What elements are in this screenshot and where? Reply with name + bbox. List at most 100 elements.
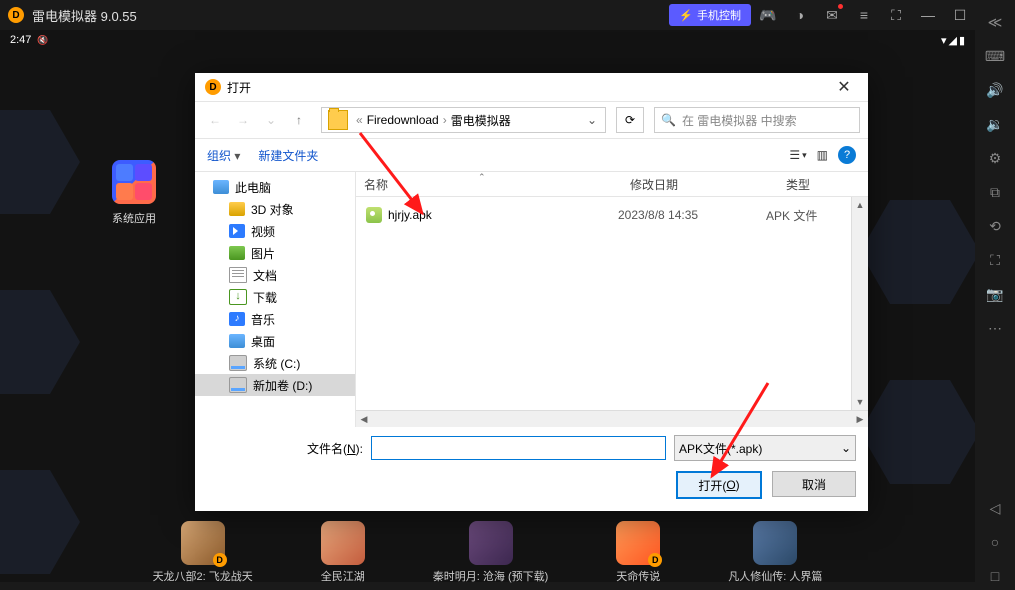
folder-icon xyxy=(328,110,348,130)
tree-downloads[interactable]: 下载 xyxy=(195,286,355,308)
filename-label: 文件名(N): xyxy=(307,440,363,457)
scroll-up-icon[interactable]: ▲ xyxy=(852,197,868,213)
fullscreen-icon[interactable]: ⛶ xyxy=(881,0,911,30)
phone-control-button[interactable]: ⚡手机控制 xyxy=(669,4,751,26)
file-list[interactable]: hjrjy.apk 2023/8/8 14:35 APK 文件 ▲ ▼ xyxy=(356,197,868,410)
scroll-left-icon[interactable]: ◀ xyxy=(356,411,372,427)
android-statusbar: 2:47 🔇 ▾ ◢ ▮ xyxy=(0,30,975,50)
scroll-down-icon[interactable]: ▼ xyxy=(852,394,868,410)
dialog-titlebar: D 打开 ✕ xyxy=(195,73,868,101)
system-apps-label: 系统应用 xyxy=(112,210,156,226)
file-open-dialog: D 打开 ✕ ← → ⌄ ↑ « Firedownload › 雷电模拟器 ⌄ … xyxy=(195,73,868,511)
minimize-button[interactable]: — xyxy=(913,0,943,30)
chevron-right-icon: « xyxy=(356,113,363,127)
breadcrumb-seg-2[interactable]: 雷电模拟器 xyxy=(451,112,511,129)
breadcrumb-seg-1[interactable]: Firedownload xyxy=(367,113,439,127)
recents-nav-icon[interactable]: □ xyxy=(981,562,1009,590)
column-header-name[interactable]: 名称 xyxy=(356,176,622,193)
organize-menu[interactable]: 组织 ▾ xyxy=(207,147,240,164)
open-button[interactable]: 打开(O) xyxy=(676,471,762,499)
scroll-right-icon[interactable]: ▶ xyxy=(852,411,868,427)
mute-icon: 🔇 xyxy=(37,35,48,46)
horizontal-scrollbar[interactable]: ◀ ▶ xyxy=(356,410,868,427)
app-titlebar: D 雷电模拟器 9.0.55 ⚡手机控制 🎮 ◑ ✉ ≡ ⛶ — ☐ ✕ xyxy=(0,0,1015,30)
nav-recent-dropdown[interactable]: ⌄ xyxy=(259,108,283,132)
folder-tree: 此电脑 3D 对象 视频 图片 文档 下载 ♪音乐 桌面 系统 (C:) 新加卷… xyxy=(195,172,356,427)
home-app-dock: D天龙八部2: 飞龙战天 全民江湖 秦时明月: 沧海 (预下载) D天命传说 凡… xyxy=(0,522,975,582)
dock-app-4[interactable]: D天命传说 xyxy=(616,521,660,584)
tree-pictures[interactable]: 图片 xyxy=(195,242,355,264)
dock-app-2[interactable]: 全民江湖 xyxy=(321,521,365,584)
file-name: hjrjy.apk xyxy=(388,208,610,222)
chevron-right-icon: › xyxy=(443,113,447,127)
battery-icon: ▮ xyxy=(959,34,965,47)
dialog-footer: 文件名(N): APK文件(*.apk)⌄ 打开(O) 取消 xyxy=(195,427,868,511)
file-list-pane: ⌃ 名称 修改日期 类型 hjrjy.apk 2023/8/8 14:35 AP… xyxy=(356,172,868,427)
maximize-button[interactable]: ☐ xyxy=(945,0,975,30)
tree-this-pc[interactable]: 此电脑 xyxy=(195,176,355,198)
wifi-icon: ▾ xyxy=(941,34,947,47)
search-icon: 🔍 xyxy=(661,113,676,127)
refresh-button[interactable]: ⟳ xyxy=(616,107,644,133)
address-breadcrumb[interactable]: « Firedownload › 雷电模拟器 ⌄ xyxy=(321,107,606,133)
tree-music[interactable]: ♪音乐 xyxy=(195,308,355,330)
app-logo-icon: D xyxy=(8,7,24,23)
multi-instance-icon[interactable]: ⧉ xyxy=(981,178,1009,206)
view-mode-button[interactable]: ☰▾ xyxy=(789,148,806,162)
sync-icon[interactable]: ⟲ xyxy=(981,212,1009,240)
preview-pane-button[interactable]: ▥ xyxy=(817,148,828,162)
dialog-close-button[interactable]: ✕ xyxy=(830,73,858,101)
tree-drive-c[interactable]: 系统 (C:) xyxy=(195,352,355,374)
file-date: 2023/8/8 14:35 xyxy=(610,208,758,222)
dialog-toolbar: 组织 ▾ 新建文件夹 ☰▾ ▥ ? xyxy=(195,139,868,172)
tree-documents[interactable]: 文档 xyxy=(195,264,355,286)
tree-drive-d[interactable]: 新加卷 (D:) xyxy=(195,374,355,396)
dock-app-1[interactable]: D天龙八部2: 飞龙战天 xyxy=(153,521,253,584)
keyboard-icon[interactable]: ⌨ xyxy=(981,42,1009,70)
file-type-filter[interactable]: APK文件(*.apk)⌄ xyxy=(674,435,856,461)
signal-icon: ◢ xyxy=(948,34,956,47)
volume-up-icon[interactable]: 🔊 xyxy=(981,76,1009,104)
help-button[interactable]: ? xyxy=(838,146,856,164)
new-folder-button[interactable]: 新建文件夹 xyxy=(258,147,318,164)
column-headers: ⌃ 名称 修改日期 类型 xyxy=(356,172,868,197)
volume-down-icon[interactable]: 🔉 xyxy=(981,110,1009,138)
screenshot-icon[interactable]: ⛶ xyxy=(981,246,1009,274)
clock: 2:47 xyxy=(10,34,31,46)
file-type: APK 文件 xyxy=(758,207,817,224)
side-toolbar: ≪ ⌨ 🔊 🔉 ⚙ ⧉ ⟲ ⛶ 📷 ⋯ ◁ ○ □ xyxy=(975,0,1015,590)
cancel-button[interactable]: 取消 xyxy=(772,471,856,497)
vertical-scrollbar[interactable]: ▲ ▼ xyxy=(851,197,868,410)
more-icon[interactable]: ⋯ xyxy=(981,314,1009,342)
collapse-icon[interactable]: ≪ xyxy=(981,8,1009,36)
record-icon[interactable]: 📷 xyxy=(981,280,1009,308)
menu-icon[interactable]: ≡ xyxy=(849,0,879,30)
dock-app-5[interactable]: 凡人修仙传: 人界篇 xyxy=(728,521,822,584)
column-header-type[interactable]: 类型 xyxy=(778,176,868,193)
dock-app-3[interactable]: 秦时明月: 沧海 (预下载) xyxy=(433,521,549,584)
sort-indicator-icon: ⌃ xyxy=(478,172,486,183)
account-icon[interactable]: ◑ xyxy=(785,0,815,30)
gamepad-icon[interactable]: 🎮 xyxy=(753,0,783,30)
settings-icon[interactable]: ⚙ xyxy=(981,144,1009,172)
home-nav-icon[interactable]: ○ xyxy=(981,528,1009,556)
dialog-nav-bar: ← → ⌄ ↑ « Firedownload › 雷电模拟器 ⌄ ⟳ 🔍 在 雷… xyxy=(195,101,868,139)
dialog-logo-icon: D xyxy=(205,79,221,95)
search-input[interactable]: 🔍 在 雷电模拟器 中搜索 xyxy=(654,107,860,133)
nav-up-button[interactable]: ↑ xyxy=(287,108,311,132)
chevron-down-icon: ⌄ xyxy=(841,441,851,455)
tree-desktop[interactable]: 桌面 xyxy=(195,330,355,352)
nav-back-button[interactable]: ← xyxy=(203,108,227,132)
system-apps-shortcut[interactable]: 系统应用 xyxy=(112,160,156,226)
file-row[interactable]: hjrjy.apk 2023/8/8 14:35 APK 文件 xyxy=(356,203,868,227)
dialog-title: 打开 xyxy=(227,79,251,96)
filename-input[interactable] xyxy=(371,436,666,460)
app-title: 雷电模拟器 9.0.55 xyxy=(32,6,137,25)
mail-icon[interactable]: ✉ xyxy=(817,0,847,30)
back-nav-icon[interactable]: ◁ xyxy=(981,494,1009,522)
column-header-date[interactable]: 修改日期 xyxy=(622,176,778,193)
nav-forward-button[interactable]: → xyxy=(231,108,255,132)
tree-videos[interactable]: 视频 xyxy=(195,220,355,242)
tree-3d-objects[interactable]: 3D 对象 xyxy=(195,198,355,220)
breadcrumb-dropdown-icon[interactable]: ⌄ xyxy=(581,113,603,127)
